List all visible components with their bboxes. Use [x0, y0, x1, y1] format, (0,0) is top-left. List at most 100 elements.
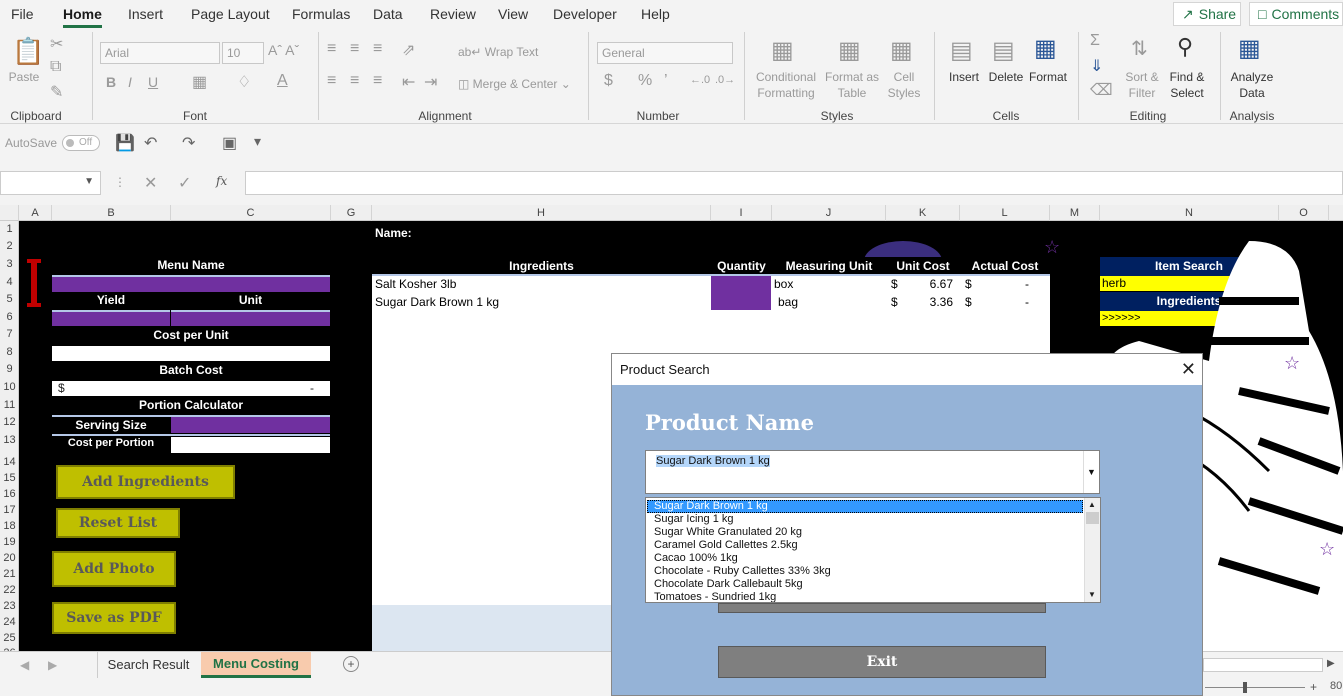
close-icon[interactable]: ✕ — [1181, 354, 1196, 385]
list-item[interactable]: Sugar Dark Brown 1 kg — [654, 500, 768, 513]
col-header[interactable]: O — [1279, 205, 1329, 221]
row-header[interactable]: 11 — [0, 397, 19, 414]
col-header[interactable]: A — [19, 205, 52, 221]
insert-cells-icon[interactable]: ▤ — [950, 36, 973, 65]
analyze-data-icon[interactable]: ▦ — [1238, 34, 1261, 63]
tab-data[interactable]: Data — [373, 6, 403, 22]
autosum-icon[interactable]: Σ — [1090, 32, 1100, 50]
col-header[interactable]: I — [711, 205, 772, 221]
sheet-tab-menu-costing[interactable]: Menu Costing — [201, 652, 311, 678]
increase-indent-icon[interactable]: ⇥ — [424, 72, 437, 92]
col-header[interactable]: C — [171, 205, 331, 221]
unit-field[interactable] — [171, 310, 330, 326]
copy-icon[interactable]: ⧉ — [50, 58, 61, 76]
decrease-decimal-icon[interactable]: .0→ — [715, 74, 735, 86]
scroll-up-icon[interactable]: ▲ — [1088, 500, 1096, 509]
redo-icon[interactable]: ↷ — [182, 133, 195, 153]
zoom-level[interactable]: 80 — [1330, 680, 1342, 692]
list-item[interactable]: Sugar White Granulated 20 kg — [654, 526, 802, 539]
wrap-text-button[interactable]: ab↵ Wrap Text — [458, 44, 538, 60]
col-header[interactable]: M — [1050, 205, 1100, 221]
exit-button[interactable]: Exit — [718, 646, 1046, 678]
percent-icon[interactable]: % — [638, 72, 652, 90]
font-size-select[interactable]: 10 — [222, 42, 264, 64]
col-header[interactable]: L — [960, 205, 1050, 221]
tab-help[interactable]: Help — [641, 6, 670, 22]
fill-icon[interactable]: ⇓ — [1090, 56, 1103, 76]
format-as-table-button[interactable]: Format as Table — [824, 69, 880, 101]
list-item[interactable]: Tomatoes - Sundried 1kg — [654, 591, 776, 602]
row-header[interactable]: 5 — [0, 291, 19, 308]
row-header[interactable]: 2 — [0, 238, 19, 255]
row-header[interactable]: 9 — [0, 361, 19, 378]
hidden-button[interactable] — [718, 603, 1046, 613]
sort-filter-button[interactable]: Sort & Filter — [1122, 69, 1162, 101]
product-combobox[interactable]: Sugar Dark Brown 1 kg ▼ — [645, 450, 1100, 494]
scroll-right-icon[interactable]: ▶ — [48, 658, 57, 672]
quantity-field[interactable] — [711, 276, 771, 310]
format-as-table-icon[interactable]: ▦ — [838, 36, 861, 65]
enter-icon[interactable]: ✓ — [178, 173, 191, 193]
tab-review[interactable]: Review — [430, 6, 476, 22]
row-header[interactable]: 12 — [0, 414, 19, 431]
format-cells-icon[interactable]: ▦ — [1034, 34, 1057, 63]
scroll-thumb[interactable] — [1086, 512, 1099, 524]
scroll-right-arrow-icon[interactable]: ▶ — [1327, 658, 1335, 669]
combobox-dropdown-icon[interactable]: ▼ — [1083, 451, 1099, 493]
save-icon[interactable]: 💾 — [115, 133, 135, 153]
formula-input[interactable] — [245, 171, 1343, 195]
col-header[interactable]: H — [372, 205, 711, 221]
row-header[interactable]: 4 — [0, 274, 19, 291]
sort-filter-icon[interactable]: ⇅ — [1131, 36, 1148, 61]
align-top-icon[interactable]: ≡ — [327, 40, 336, 58]
bold-icon[interactable]: B — [106, 74, 116, 90]
row-header[interactable]: 7 — [0, 326, 19, 343]
measuring-unit-cell[interactable]: box — [774, 277, 793, 291]
row-header[interactable]: 24 — [0, 614, 19, 631]
comments-button[interactable]: □ Comments — [1249, 2, 1343, 26]
cost-per-portion-field[interactable] — [171, 437, 330, 453]
format-painter-icon[interactable]: ✎ — [50, 82, 63, 102]
tab-insert[interactable]: Insert — [128, 6, 163, 22]
camera-icon[interactable]: ▣ — [222, 133, 237, 153]
row-header[interactable]: 15 — [0, 470, 19, 487]
row-header[interactable]: 10 — [0, 379, 19, 396]
row-header[interactable]: 21 — [0, 566, 19, 583]
underline-icon[interactable]: U — [148, 74, 158, 90]
align-center-icon[interactable]: ≡ — [350, 72, 359, 90]
ingredient-cell[interactable]: Salt Kosher 3lb — [375, 277, 456, 291]
currency-icon[interactable]: $ — [604, 72, 613, 90]
merge-center-button[interactable]: ◫ Merge & Center ⌄ — [458, 76, 571, 92]
row-header[interactable]: 6 — [0, 309, 19, 326]
save-as-pdf-button[interactable]: Save as PDF — [52, 602, 176, 634]
name-box-dropdown-icon[interactable]: ▼ — [84, 176, 94, 187]
cancel-icon[interactable]: ✕ — [144, 173, 157, 193]
zoom-slider[interactable] — [1205, 687, 1305, 688]
conditional-formatting-icon[interactable]: ▦ — [771, 36, 794, 65]
unit-cost-cell[interactable]: 6.67 — [919, 277, 953, 291]
measuring-unit-cell[interactable]: bag — [778, 295, 798, 309]
col-header[interactable]: G — [331, 205, 372, 221]
cell-styles-button[interactable]: Cell Styles — [880, 69, 928, 101]
row-header[interactable]: 16 — [0, 486, 19, 503]
add-photo-button[interactable]: Add Photo — [52, 551, 176, 587]
undo-icon[interactable]: ↶ — [144, 133, 157, 153]
find-icon[interactable]: ⚲ — [1177, 34, 1193, 60]
tab-developer[interactable]: Developer — [553, 6, 617, 22]
sheet-tab-search-result[interactable]: Search Result — [97, 652, 199, 678]
col-header[interactable]: B — [52, 205, 171, 221]
tab-view[interactable]: View — [498, 6, 528, 22]
border-icon[interactable]: ▦ — [192, 72, 207, 92]
cell-styles-icon[interactable]: ▦ — [890, 36, 913, 65]
menu-name-field[interactable] — [52, 275, 330, 292]
list-item[interactable]: Cacao 100% 1kg — [654, 552, 738, 565]
add-sheet-icon[interactable]: + — [343, 656, 359, 672]
list-item[interactable]: Caramel Gold Callettes 2.5kg — [654, 539, 798, 552]
row-header[interactable]: 13 — [0, 432, 19, 449]
customize-qat-icon[interactable]: ▾ — [254, 133, 261, 150]
row-header[interactable]: 20 — [0, 550, 19, 567]
tab-formulas[interactable]: Formulas — [292, 6, 350, 22]
delete-cells-icon[interactable]: ▤ — [992, 36, 1015, 65]
clear-icon[interactable]: ⌫ — [1090, 80, 1113, 100]
list-item[interactable]: Sugar Icing 1 kg — [654, 513, 734, 526]
